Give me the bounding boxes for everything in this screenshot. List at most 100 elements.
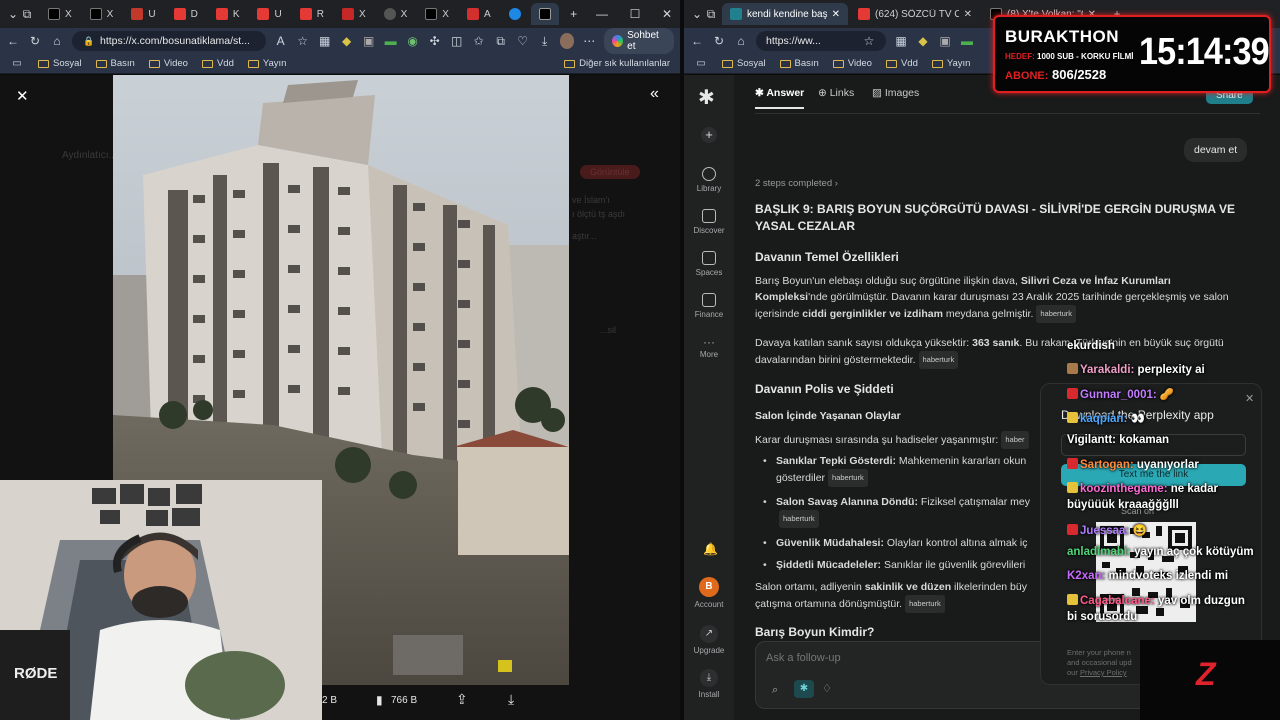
tab-d[interactable]: D	[166, 3, 206, 25]
tab-actions-icon[interactable]: ⌄	[6, 7, 20, 21]
tab-x-active[interactable]	[530, 3, 559, 25]
maximize-icon[interactable]: ☐	[628, 7, 642, 21]
nav-library[interactable]: Library	[684, 167, 734, 193]
discover-icon	[702, 209, 716, 223]
tab-u2[interactable]: U	[249, 3, 289, 25]
close-window-icon[interactable]: ✕	[660, 7, 674, 21]
favorite-star-icon[interactable]: ☆	[862, 34, 876, 48]
tab-x-2[interactable]: X	[82, 3, 122, 25]
bookmark-vdd[interactable]: Vdd	[201, 58, 234, 69]
tab-perplexity[interactable]: kendi kendine başlıkları gir✕	[722, 3, 848, 25]
source-chip[interactable]: haberturk	[918, 351, 959, 369]
extension-icon-5[interactable]: ◉	[406, 34, 420, 48]
minimize-icon[interactable]: —	[595, 7, 609, 21]
workspaces-icon[interactable]: ⧉	[20, 7, 34, 21]
collections-icon[interactable]: ⧉	[494, 34, 508, 48]
bookmark-yayin[interactable]: Yayın	[247, 58, 286, 69]
source-chip[interactable]: haber	[1001, 431, 1029, 449]
favorites-icon[interactable]: ✩	[472, 34, 486, 48]
tab-actions-icon[interactable]: ⌄	[690, 7, 704, 21]
copilot-button[interactable]: Sohbet et	[604, 28, 674, 54]
back-icon[interactable]: ←	[690, 34, 704, 48]
extension-icon-3[interactable]: ▣	[362, 34, 376, 48]
extension-icon-4[interactable]: ▬	[384, 34, 398, 48]
tabs-icon[interactable]: ▭	[10, 57, 24, 71]
back-icon[interactable]: ←	[6, 34, 20, 48]
download-icon[interactable]: ⤓	[508, 691, 514, 708]
bookmark-basin[interactable]: Basın	[95, 58, 135, 69]
close-viewer-icon[interactable]: ✕	[16, 87, 29, 105]
address-bar[interactable]: https://ww... ☆	[756, 31, 886, 51]
source-chip[interactable]: haberturk	[828, 469, 868, 487]
research-mode-icon[interactable]: ✱	[794, 680, 814, 698]
bookmark-video[interactable]: Video	[832, 58, 872, 69]
nav-discover[interactable]: Discover	[684, 209, 734, 235]
bookmark-sosyal[interactable]: Sosyal	[38, 58, 82, 69]
answer-tab[interactable]: ✱ Answer	[755, 87, 805, 109]
source-chip[interactable]: haberturk	[779, 510, 819, 528]
labs-mode-icon[interactable]: ♢	[822, 682, 832, 695]
refresh-icon[interactable]: ↻	[28, 34, 42, 48]
favorite-star-icon[interactable]: ☆	[296, 34, 310, 48]
split-screen-icon[interactable]: ◫	[450, 34, 464, 48]
extension-icon-2[interactable]: ◆	[340, 34, 354, 48]
tab-close-icon[interactable]: ✕	[832, 9, 840, 20]
extension-icon-3[interactable]: ▣	[938, 34, 952, 48]
extension-icon-1[interactable]: ▦	[318, 34, 332, 48]
bookmark-vdd[interactable]: Vdd	[885, 58, 918, 69]
refresh-icon[interactable]: ↻	[712, 34, 726, 48]
tab-globe[interactable]: X	[376, 3, 416, 25]
tab-news[interactable]: X	[334, 3, 374, 25]
perplexity-logo-icon[interactable]: ✱	[698, 85, 715, 110]
bookmark-video[interactable]: Video	[148, 58, 188, 69]
tabs-icon[interactable]: ▭	[694, 57, 708, 71]
downloads-icon[interactable]: ⤓	[538, 34, 552, 48]
home-icon[interactable]: ⌂	[50, 34, 64, 48]
bookmark-yayin[interactable]: Yayın	[931, 58, 970, 69]
more-menu-icon[interactable]: ⋯	[582, 34, 596, 48]
nav-more[interactable]: ··· More	[684, 335, 734, 359]
address-bar[interactable]: 🔒 https://x.com/bosunatiklama/st...	[72, 31, 266, 51]
images-tab[interactable]: ▨ Images	[872, 87, 919, 99]
nav-account[interactable]: B Account	[684, 577, 734, 609]
nav-install[interactable]: ⤓ Install	[684, 669, 734, 699]
extension-icon-4[interactable]: ▬	[960, 34, 974, 48]
nav-upgrade[interactable]: ↗ Upgrade	[684, 625, 734, 655]
nav-spaces[interactable]: Spaces	[684, 251, 734, 277]
bookmark-basin[interactable]: Basın	[779, 58, 819, 69]
tab-a[interactable]: A	[459, 3, 499, 25]
new-thread-icon[interactable]: +	[701, 127, 717, 143]
tab-close-icon[interactable]: ✕	[964, 9, 972, 20]
tab-x-3[interactable]: X	[417, 3, 457, 25]
tab-k[interactable]: K	[208, 3, 248, 25]
promo-close-icon[interactable]: ✕	[1245, 392, 1254, 405]
extensions-icon[interactable]: ✣	[428, 34, 442, 48]
home-icon[interactable]: ⌂	[734, 34, 748, 48]
tab-x-1[interactable]: X	[40, 3, 80, 25]
bookmark-sosyal[interactable]: Sosyal	[722, 58, 766, 69]
extension-icon-1[interactable]: ▦	[894, 34, 908, 48]
notifications-icon[interactable]: 🔔	[703, 542, 718, 556]
workspaces-icon[interactable]: ⧉	[704, 7, 718, 21]
extension-icon-2[interactable]: ◆	[916, 34, 930, 48]
search-mode-icon[interactable]: ⌕	[772, 684, 778, 697]
new-tab-icon[interactable]: +	[567, 7, 581, 21]
tab-u[interactable]: U	[123, 3, 163, 25]
tab-edge[interactable]	[501, 3, 529, 25]
tab-r[interactable]: R	[292, 3, 332, 25]
collapse-panel-icon[interactable]: «	[650, 85, 659, 103]
privacy-policy-link[interactable]: Privacy Policy	[1080, 668, 1127, 677]
share-icon[interactable]: ⇪	[456, 691, 468, 708]
browser-essentials-icon[interactable]: ♡	[516, 34, 530, 48]
profile-avatar[interactable]	[559, 33, 575, 49]
source-chip[interactable]: haberturk	[905, 595, 945, 613]
steps-completed[interactable]: 2 steps completed ›	[755, 178, 838, 189]
links-tab[interactable]: ⊕ Links	[818, 87, 854, 99]
streamer-webcam: RØDE	[0, 480, 322, 720]
read-aloud-icon[interactable]: A	[274, 34, 288, 48]
nav-finance[interactable]: Finance	[684, 293, 734, 319]
views-chart-icon[interactable]: ▮	[376, 693, 383, 707]
source-chip[interactable]: haberturk	[1036, 305, 1077, 323]
other-bookmarks[interactable]: Diğer sık kullanılanlar	[564, 58, 670, 69]
tab-sozcu[interactable]: (624) SÖZCÜ TV Canlı Yayı✕	[850, 3, 980, 25]
